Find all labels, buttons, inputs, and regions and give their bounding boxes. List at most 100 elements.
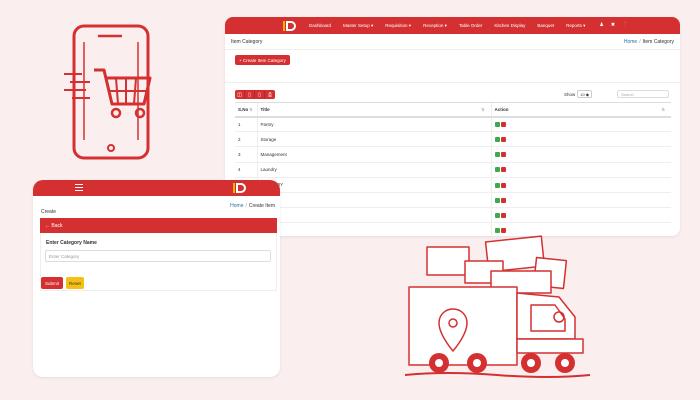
settings-icon[interactable]: ✖ [611,23,615,28]
table-row: 2 Storage [235,131,671,148]
sort-icon: ⇅ [249,106,253,112]
cell-actions [490,162,671,178]
back-button[interactable]: ← Back [40,218,277,233]
delivery-truck-illustration [405,235,590,378]
create-item-window: Home / Create Item Create ← Back Enter Cat… [33,180,280,377]
edit-icon[interactable] [494,197,500,203]
delete-icon[interactable] [500,136,506,142]
page-title: Create [41,209,57,215]
export-excel-button[interactable]: ▯ [245,90,255,99]
cell-title: GROCERY [256,177,491,193]
excel-file-icon: ▯ [248,91,251,98]
breadcrumb-current: Create Item [248,203,275,209]
nav-banquet[interactable]: Banquet [537,23,554,29]
nav-table-order[interactable]: Table Order [459,23,483,29]
submit-button[interactable]: Submit [41,277,64,289]
create-item-category-button[interactable]: + Create Item Category [235,55,290,65]
copy-icon: ◫ [237,91,242,98]
nav-kitchen-display[interactable]: Kitchen Display [494,23,525,29]
cell-title [256,207,491,224]
nav-reports[interactable]: Reports ▾ [566,23,585,29]
edit-icon[interactable] [494,122,500,127]
print-icon: ⎙ [267,91,272,98]
cell-actions [490,131,671,148]
edit-icon[interactable] [494,228,500,234]
page-length-select[interactable]: 10 ◆ [577,90,593,98]
cell-actions [490,116,671,133]
table-row: 1 Pantry [235,116,671,133]
cell-title [256,192,491,209]
delete-icon[interactable] [500,122,506,127]
top-navbar: Dashboard Master Setup ▾ Requisition ▾ R… [225,17,680,34]
page-title: Item Category [231,38,263,45]
pdf-file-icon: ▯ [258,91,261,98]
table-row: 3 Management [235,146,671,163]
delete-icon[interactable] [500,197,506,203]
edit-icon[interactable] [494,152,500,158]
breadcrumb-separator: / [639,38,641,45]
help-icon[interactable]: ❓ [622,23,628,28]
edit-icon[interactable] [494,212,500,218]
nav-master-setup[interactable]: Master Setup ▾ [343,23,373,29]
item-category-window: Dashboard Master Setup ▾ Requisition ▾ R… [225,17,680,236]
show-label: Show [564,91,576,97]
hamburger-menu-icon[interactable] [75,184,83,192]
table-row [235,207,671,224]
edit-icon[interactable] [494,182,500,188]
search-input[interactable]: Search [617,90,669,98]
edit-icon[interactable] [494,136,500,142]
export-copy-button[interactable]: ◫ [235,90,245,99]
item-category-table: S.No⇅ Title ⇅ Action ⇅ 1 Pantry 2 Storage … [235,102,671,236]
cell-sno: 2 [235,131,257,148]
column-header-action[interactable]: Action ⇅ [490,102,671,118]
delete-icon[interactable] [500,212,506,218]
cell-sno: 4 [235,162,257,178]
cell-sno: 1 [235,116,257,133]
breadcrumb: Home / Item Category [624,39,674,45]
cell-title: Storage [256,131,491,148]
delete-icon[interactable] [500,182,506,188]
column-header-title[interactable]: Title ⇅ [256,102,491,118]
cell-actions [490,177,671,193]
breadcrumb-current: Item Category [642,38,674,45]
export-toolbar: ◫ ▯ ▯ ⎙ [235,90,275,99]
table-row [235,192,671,209]
delete-icon[interactable] [500,167,506,173]
nav-dashboard[interactable]: Dashboard [309,23,331,29]
phone-cart-illustration [64,24,152,160]
mobile-navbar [33,180,280,196]
cell-actions [490,146,671,163]
category-name-label: Enter Category Name [46,240,97,246]
cell-actions [490,192,671,209]
edit-icon[interactable] [494,167,500,173]
breadcrumb: Home / Create Item [230,203,275,209]
cell-title: Laundry [256,162,491,178]
delete-icon[interactable] [500,228,506,234]
nav-menu: Dashboard Master Setup ▾ Requisition ▾ R… [309,23,597,29]
user-icon[interactable]: ♟ [599,23,603,28]
breadcrumb-separator: / [245,203,247,209]
breadcrumb-home-link[interactable]: Home [624,39,637,45]
sort-icon: ⇅ [481,106,485,112]
nav-reception[interactable]: Reception ▾ [423,23,447,29]
category-name-input[interactable]: Enter Category [45,250,271,262]
app-logo[interactable] [283,21,297,31]
app-logo[interactable] [233,183,247,193]
print-button[interactable]: ⎙ [265,90,275,99]
divider [225,82,680,83]
page-header: Item Category Home / Item Category [225,34,680,50]
export-pdf-button[interactable]: ▯ [255,90,265,99]
cell-actions [490,207,671,224]
breadcrumb-home-link[interactable]: Home [230,203,243,209]
reset-button[interactable]: Reset [66,277,84,289]
column-header-sno[interactable]: S.No⇅ [235,102,257,118]
table-row: 5 GROCERY [235,177,671,193]
page-length-control: Show 10 ◆ [564,90,593,98]
cell-title: Management [256,146,491,163]
table-row: 4 Laundry [235,162,671,178]
cell-title: Pantry [256,116,491,133]
nav-requisition[interactable]: Requisition ▾ [385,23,411,29]
table-header-row: S.No⇅ Title ⇅ Action ⇅ [235,102,671,118]
delete-icon[interactable] [500,152,506,158]
sort-icon: ⇅ [661,106,665,112]
